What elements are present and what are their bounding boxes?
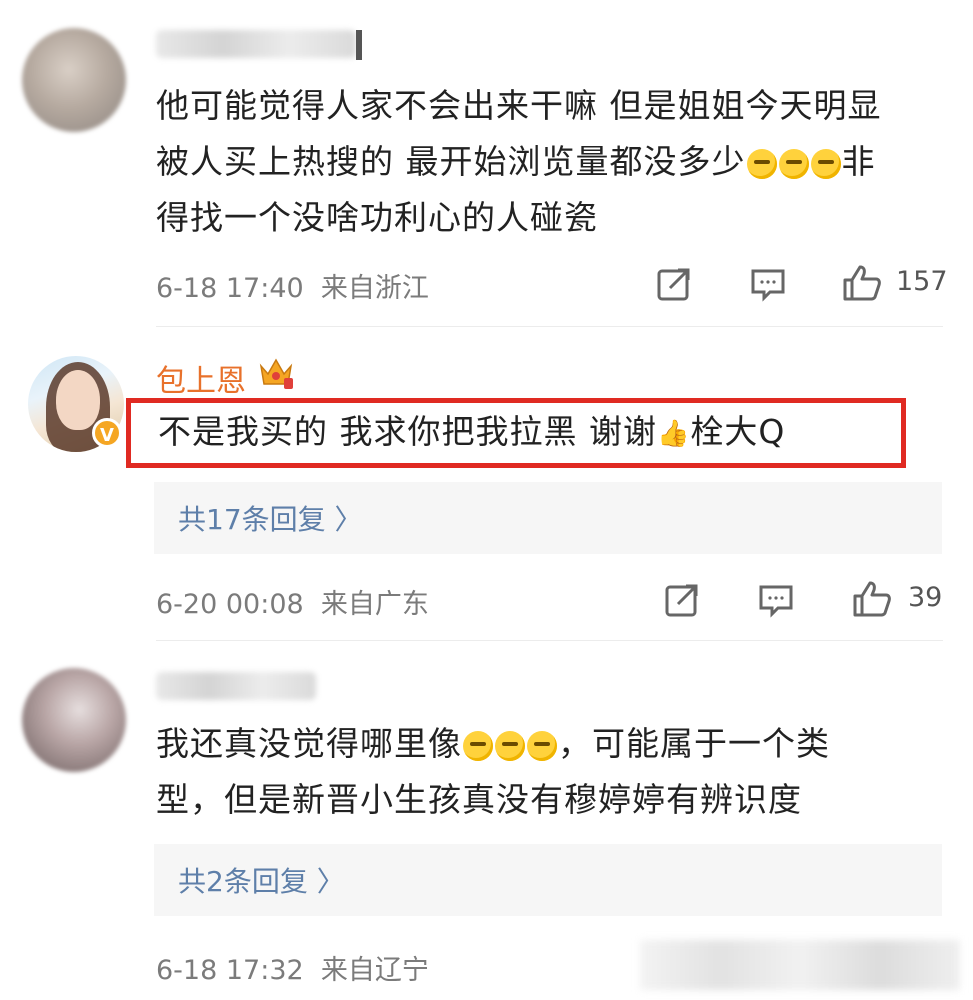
comment-icon[interactable] <box>750 266 786 302</box>
username[interactable]: 包上恩 <box>156 356 246 400</box>
thumbs-up-icon[interactable] <box>842 264 882 302</box>
comment-icon[interactable] <box>758 582 794 618</box>
comment-text: 我还真没觉得哪里像 ，可能属于一个类 型，但是新晋小生孩真没有穆婷婷有辨识度 <box>156 724 830 819</box>
avatar[interactable] <box>22 668 126 772</box>
comment-text: 他可能觉得人家不会出来干嘛 但是姐姐今天明显 被人买上热搜的 最开始浏览量都没多… <box>156 86 882 237</box>
verified-badge-icon: V <box>92 418 122 448</box>
comment-meta: 6-18 17:40 来自浙江 <box>156 266 429 305</box>
grin-emoji-icon <box>746 148 777 179</box>
grin-emoji-icon <box>810 148 841 179</box>
laugh-cry-emoji-icon <box>527 730 557 761</box>
avatar[interactable] <box>22 28 126 132</box>
blurred-footer <box>640 940 960 990</box>
comment-meta: 6-18 17:32 来自辽宁 <box>156 948 429 987</box>
divider <box>156 640 943 641</box>
like-count: 157 <box>896 266 948 297</box>
timestamp: 6-18 17:32 <box>156 955 304 986</box>
username-bar <box>356 30 362 60</box>
reply-summary-link[interactable]: 共2条回复 〉 <box>178 860 345 900</box>
crown-badge-icon <box>259 358 293 389</box>
thumbs-up-icon[interactable] <box>852 580 892 618</box>
reply-summary[interactable]: 共17条回复 〉 <box>154 482 942 554</box>
laugh-cry-emoji-icon <box>463 730 493 761</box>
share-icon[interactable] <box>664 582 700 618</box>
location: 来自浙江 <box>320 273 429 304</box>
highlight-box <box>126 398 906 468</box>
location: 来自广东 <box>320 589 429 620</box>
timestamp: 6-18 17:40 <box>156 273 304 304</box>
username-blurred[interactable] <box>156 672 316 700</box>
timestamp: 6-20 00:08 <box>156 589 304 620</box>
comment-meta: 6-20 00:08 来自广东 <box>156 582 429 621</box>
grin-emoji-icon <box>778 148 809 179</box>
location: 来自辽宁 <box>320 955 429 986</box>
divider <box>156 326 943 327</box>
share-icon[interactable] <box>656 266 692 302</box>
reply-summary-link[interactable]: 共17条回复 〉 <box>178 498 363 538</box>
laugh-cry-emoji-icon <box>495 730 525 761</box>
username-blurred[interactable] <box>156 30 356 58</box>
like-count: 39 <box>908 582 943 613</box>
reply-summary[interactable]: 共2条回复 〉 <box>154 844 942 916</box>
